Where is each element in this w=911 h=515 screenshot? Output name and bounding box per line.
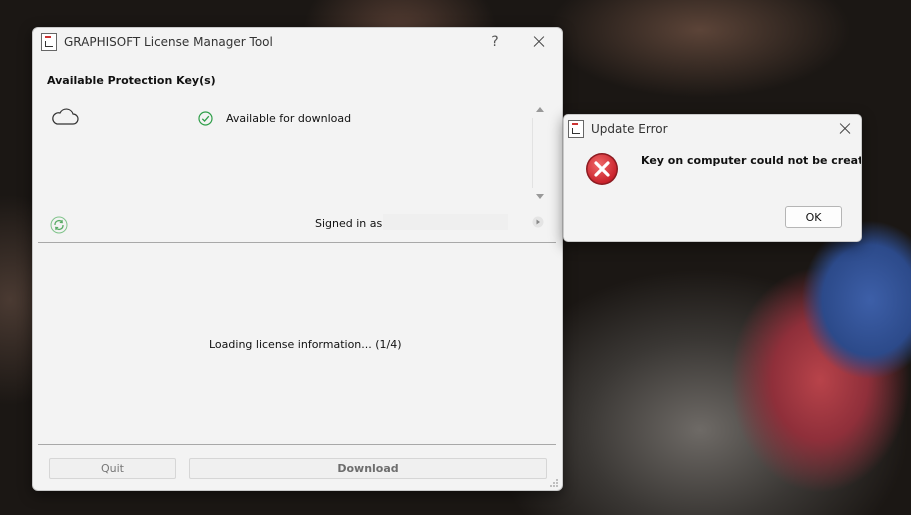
check-circle-icon — [198, 111, 213, 126]
ok-button[interactable]: OK — [785, 206, 842, 228]
dialog-app-icon — [568, 120, 584, 138]
update-error-dialog: Update Error Key on computer could not b… — [563, 114, 862, 242]
key-list-item[interactable]: Available for download — [38, 98, 528, 138]
close-button[interactable] — [521, 28, 557, 56]
help-button[interactable]: ? — [477, 28, 513, 56]
key-list[interactable]: Available for download — [38, 98, 548, 208]
help-icon: ? — [491, 34, 499, 50]
scroll-up-arrow-icon[interactable] — [535, 106, 545, 113]
expand-arrow-icon[interactable] — [532, 216, 544, 228]
scrollbar-track[interactable] — [532, 118, 533, 188]
dialog-close-button[interactable] — [830, 115, 860, 143]
list-scrollbar[interactable] — [532, 98, 548, 206]
download-button[interactable]: Download — [189, 458, 547, 479]
quit-button[interactable]: Quit — [49, 458, 176, 479]
account-name-field — [383, 214, 508, 230]
separator-bottom — [38, 444, 556, 445]
loading-status: Loading license information... (1/4) — [209, 338, 402, 351]
error-icon — [586, 153, 618, 185]
signed-in-label: Signed in as — [315, 217, 383, 230]
section-heading: Available Protection Key(s) — [47, 74, 216, 87]
cloud-icon — [52, 108, 79, 125]
refresh-icon[interactable] — [50, 216, 68, 234]
close-icon — [533, 36, 545, 48]
separator-top — [38, 242, 556, 243]
dialog-title: Update Error — [591, 122, 668, 136]
scroll-down-arrow-icon[interactable] — [535, 193, 545, 200]
key-status-label: Available for download — [226, 112, 352, 125]
license-manager-window: GRAPHISOFT License Manager Tool ? Availa… — [32, 27, 563, 491]
window-title: GRAPHISOFT License Manager Tool — [64, 35, 273, 49]
dialog-close-icon — [839, 123, 851, 135]
error-message: Key on computer could not be created. — [641, 154, 862, 167]
dialog-title-bar[interactable]: Update Error — [564, 115, 861, 143]
resize-grip-icon[interactable] — [549, 478, 559, 488]
app-icon — [41, 33, 57, 51]
title-bar[interactable]: GRAPHISOFT License Manager Tool ? — [33, 28, 562, 56]
